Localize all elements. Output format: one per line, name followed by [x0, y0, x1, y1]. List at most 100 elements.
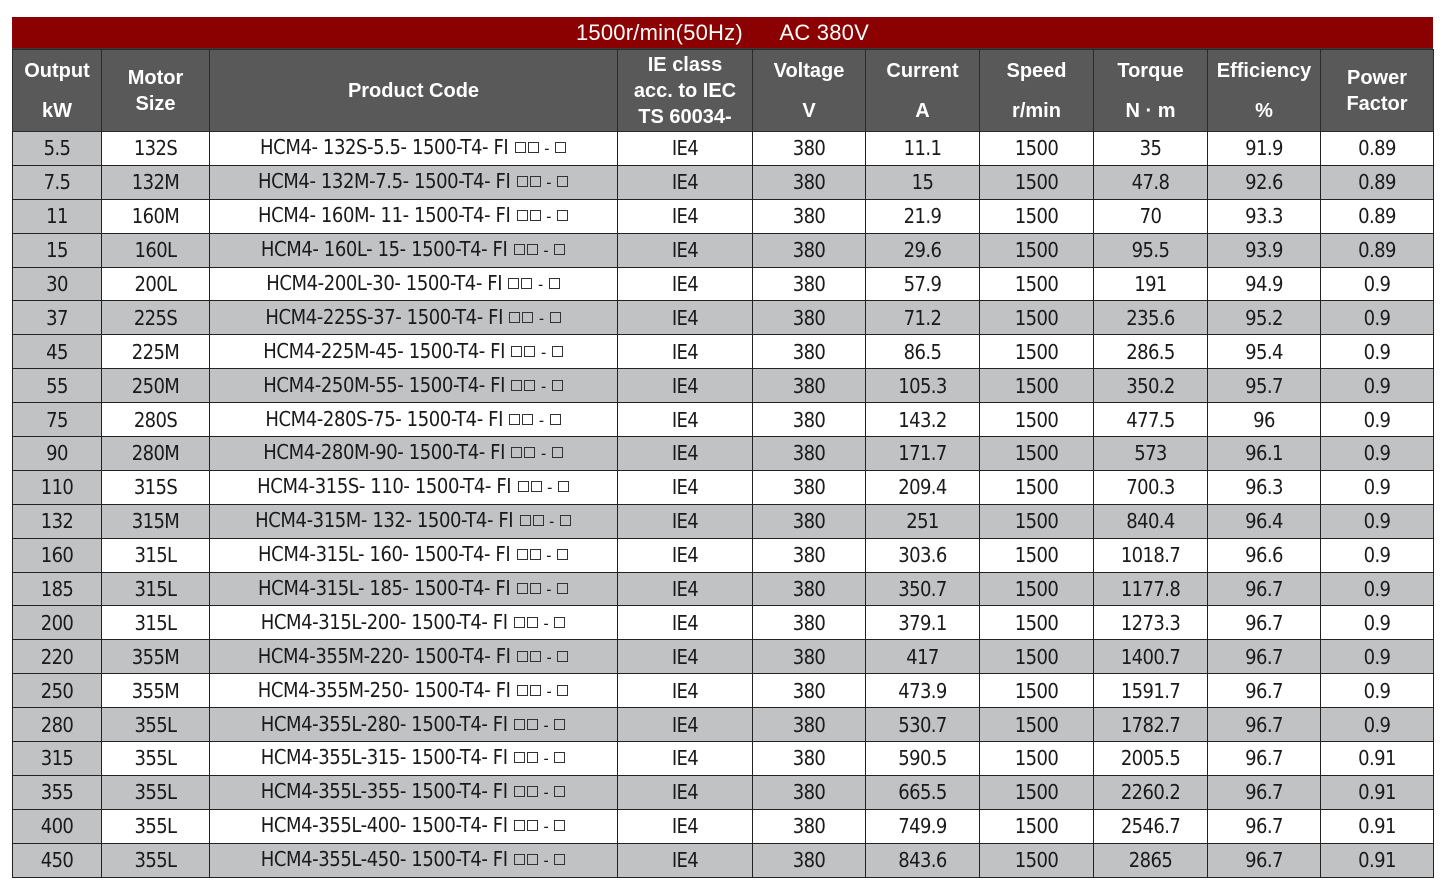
- cell-power-factor: 0.9: [1320, 707, 1434, 743]
- cell-output: 185: [12, 571, 102, 607]
- product-code-text: HCM4-280S-75- 1500-T4- FI: [265, 406, 503, 431]
- product-code-text: HCM4-355M-250- 1500-T4- FI: [257, 677, 511, 702]
- cell-ie-class: IE4: [617, 808, 753, 844]
- cell-power-factor: 0.9: [1320, 503, 1434, 539]
- cell-efficiency: 93.3: [1207, 198, 1321, 234]
- cell-power-factor: 0.89: [1320, 232, 1434, 268]
- cell-ie-class: IE4: [617, 537, 753, 573]
- cell-ie-class: IE4: [617, 605, 753, 641]
- cell-output: 45: [12, 334, 102, 370]
- code-placeholder-boxes: -: [513, 817, 566, 836]
- placeholder-box-icon: [524, 447, 536, 459]
- cell-torque: 235.6: [1093, 300, 1208, 336]
- cell-efficiency: 96.7: [1207, 808, 1321, 844]
- cell-ie-class: IE4: [617, 707, 753, 743]
- placeholder-box-icon: [554, 820, 566, 832]
- placeholder-box-icon: [554, 244, 566, 256]
- cell-output: 400: [12, 808, 102, 844]
- placeholder-box-icon: [551, 447, 563, 459]
- cell-current: 71.2: [865, 300, 980, 336]
- cell-voltage: 380: [752, 402, 866, 438]
- cell-current: 86.5: [865, 334, 980, 370]
- cell-torque: 1782.7: [1093, 707, 1208, 743]
- code-placeholder-boxes: -: [513, 783, 566, 802]
- cell-ie-class: IE4: [617, 436, 753, 471]
- placeholder-box-icon: [511, 345, 523, 357]
- cell-torque: 700.3: [1093, 469, 1208, 505]
- cell-motor-size: 355L: [101, 774, 210, 810]
- placeholder-box-icon: [557, 684, 569, 696]
- cell-current: 57.9: [865, 266, 980, 302]
- placeholder-box-icon: [554, 142, 566, 154]
- cell-speed: 1500: [979, 131, 1094, 166]
- placeholder-box-icon: [529, 650, 541, 662]
- placeholder-box-icon: [529, 210, 541, 222]
- cell-torque: 1177.8: [1093, 571, 1208, 607]
- placeholder-box-icon: [530, 481, 542, 493]
- placeholder-box-icon: [556, 549, 568, 561]
- cell-voltage: 380: [752, 164, 866, 200]
- code-placeholder-boxes: -: [510, 377, 563, 396]
- cell-output: 11: [12, 198, 102, 234]
- product-code-text: HCM4-315S- 110- 1500-T4- FI: [257, 474, 512, 499]
- cell-speed: 1500: [979, 503, 1094, 539]
- product-code-text: HCM4-315L-200- 1500-T4- FI: [260, 609, 508, 634]
- cell-speed: 1500: [979, 571, 1094, 607]
- cell-current: 530.7: [865, 707, 980, 743]
- code-placeholder-boxes: -: [513, 614, 566, 633]
- table-row: 200 315L HCM4-315L-200- 1500-T4- FI - IE4 3…: [12, 605, 1434, 641]
- cell-power-factor: 0.91: [1320, 741, 1434, 776]
- cell-output: 30: [12, 266, 102, 302]
- table-row: 400 355L HCM4-355L-400- 1500-T4- FI - IE4 3…: [12, 808, 1434, 844]
- cell-voltage: 380: [752, 334, 866, 370]
- cell-torque: 573: [1093, 436, 1208, 471]
- placeholder-box-icon: [557, 481, 569, 493]
- cell-power-factor: 0.9: [1320, 300, 1434, 336]
- cell-torque: 1273.3: [1093, 605, 1208, 641]
- cell-voltage: 380: [752, 605, 866, 641]
- cell-product-code: HCM4-355L-280- 1500-T4- FI -: [209, 707, 618, 743]
- cell-efficiency: 96.4: [1207, 503, 1321, 539]
- header-power-factor: Power Factor: [1320, 49, 1434, 132]
- placeholder-box-icon: [516, 583, 528, 595]
- code-placeholder-boxes: -: [516, 207, 569, 226]
- placeholder-box-icon: [519, 515, 531, 527]
- product-code-text: HCM4-355L-315- 1500-T4- FI: [260, 745, 508, 770]
- cell-product-code: HCM4- 132M-7.5- 1500-T4- FI -: [209, 164, 618, 200]
- placeholder-box-icon: [529, 549, 541, 561]
- placeholder-box-icon: [554, 718, 566, 730]
- table-row: 90 280M HCM4-280M-90- 1500-T4- FI - IE4 380…: [12, 436, 1434, 471]
- cell-product-code: HCM4-280S-75- 1500-T4- FI -: [209, 402, 618, 438]
- product-code-text: HCM4- 132S-5.5- 1500-T4- FI: [260, 135, 509, 160]
- cell-efficiency: 96.7: [1207, 707, 1321, 743]
- cell-speed: 1500: [979, 164, 1094, 200]
- cell-current: 11.1: [865, 131, 980, 166]
- code-placeholder-boxes: -: [513, 241, 566, 260]
- cell-output: 110: [12, 469, 102, 505]
- cell-voltage: 380: [752, 673, 866, 709]
- cell-torque: 95.5: [1093, 232, 1208, 268]
- banner-speed: 1500r/min(50Hz): [576, 20, 743, 45]
- cell-ie-class: IE4: [617, 639, 753, 675]
- code-placeholder-boxes: -: [510, 343, 563, 362]
- product-code-text: HCM4-355L-400- 1500-T4- FI: [260, 813, 508, 838]
- cell-speed: 1500: [979, 673, 1094, 709]
- code-placeholder-boxes: -: [516, 580, 569, 599]
- product-code-text: HCM4-355M-220- 1500-T4- FI: [257, 643, 511, 668]
- cell-ie-class: IE4: [617, 164, 753, 200]
- cell-torque: 1400.7: [1093, 639, 1208, 675]
- cell-output: 37: [12, 300, 102, 336]
- placeholder-box-icon: [557, 210, 569, 222]
- cell-current: 749.9: [865, 808, 980, 844]
- cell-product-code: HCM4- 160L- 15- 1500-T4- FI -: [209, 232, 618, 268]
- placeholder-box-icon: [551, 345, 563, 357]
- cell-product-code: HCM4-355M-250- 1500-T4- FI -: [209, 673, 618, 709]
- cell-current: 350.7: [865, 571, 980, 607]
- cell-voltage: 380: [752, 300, 866, 336]
- cell-torque: 1018.7: [1093, 537, 1208, 573]
- placeholder-box-icon: [554, 786, 566, 798]
- product-code-text: HCM4-315L- 160- 1500-T4- FI: [258, 542, 511, 567]
- product-code-text: HCM4-225S-37- 1500-T4- FI: [265, 304, 503, 329]
- cell-motor-size: 355M: [101, 639, 210, 675]
- header-torque: Torque N · m: [1093, 49, 1208, 132]
